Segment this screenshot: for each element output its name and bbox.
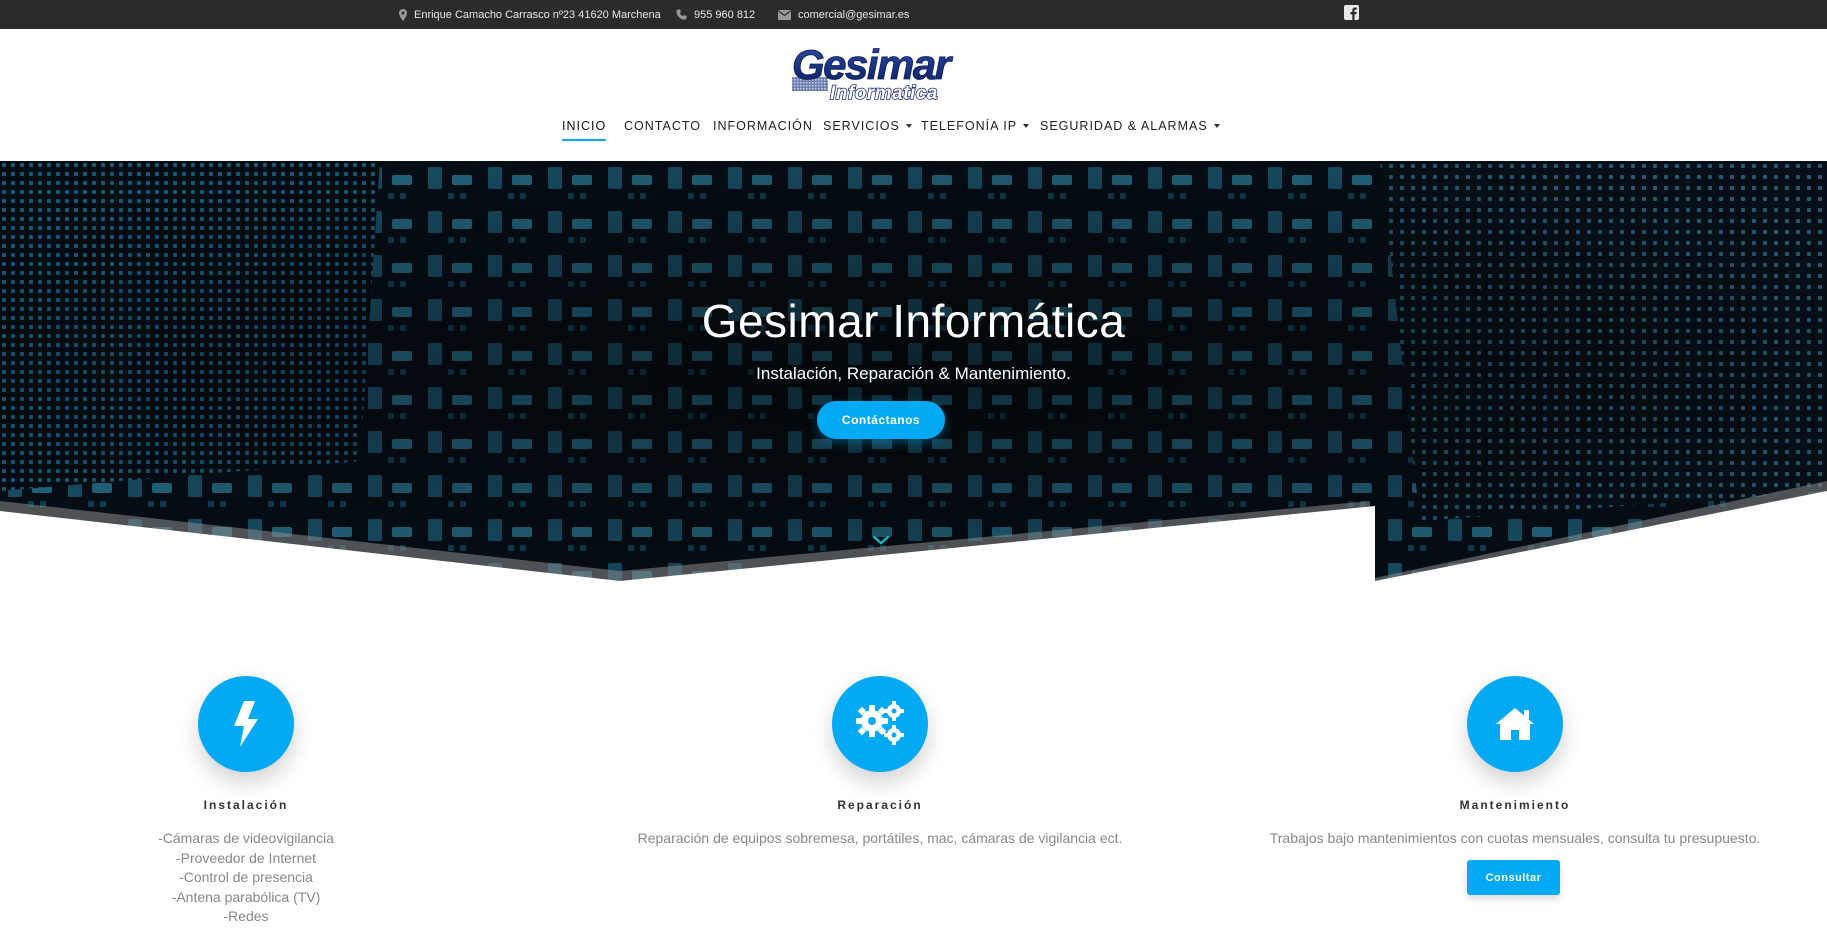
nav-seguridad-alarmas[interactable]: SEGURIDAD & ALARMAS — [1040, 119, 1220, 133]
site-logo[interactable]: Gesimar Informatica — [788, 41, 968, 105]
feature-title: Mantenimiento — [1459, 798, 1571, 812]
site-header: Gesimar Informatica INICIO CONTACTO INFO… — [0, 29, 1827, 161]
caret-down-icon — [1213, 124, 1220, 128]
nav-informacion[interactable]: INFORMACIÓN — [713, 119, 813, 133]
address-item: Enrique Camacho Carrasco nº23 41620 Marc… — [399, 0, 661, 29]
consultar-button[interactable]: Consultar — [1467, 860, 1560, 895]
nav-inicio[interactable]: INICIO — [562, 119, 607, 141]
map-marker-icon — [399, 8, 407, 21]
feature-description: Reparación de equipos sobremesa, portáti… — [637, 830, 1123, 846]
home-icon — [1467, 676, 1563, 772]
caret-down-icon — [1023, 124, 1030, 128]
caret-down-icon — [905, 124, 912, 128]
contact-cta-button[interactable]: Contáctanos — [817, 401, 945, 439]
phone-text: 955 960 812 — [694, 8, 756, 21]
envelope-icon — [778, 9, 791, 20]
nav-label: CONTACTO — [624, 119, 701, 133]
list-item: -Redes — [223, 908, 269, 924]
feature-title: Instalación — [203, 798, 289, 812]
nav-contacto[interactable]: CONTACTO — [624, 119, 701, 133]
address-text: Enrique Camacho Carrasco nº23 41620 Marc… — [414, 8, 661, 21]
list-item: -Cámaras de videovigilancia — [158, 830, 334, 846]
logo-primary: Gesimar — [792, 43, 954, 88]
list-item: -Proveedor de Internet — [175, 849, 317, 866]
nav-servicios[interactable]: SERVICIOS — [823, 119, 912, 133]
nav-telefonia-ip[interactable]: TELEFONÍA IP — [921, 119, 1030, 133]
main-nav: INICIO CONTACTO INFORMACIÓN SERVICIOS TE… — [0, 113, 1827, 143]
nav-label: SEGURIDAD & ALARMAS — [1040, 119, 1208, 133]
phone-item[interactable]: 955 960 812 — [676, 0, 755, 29]
email-text: comercial@gesimar.es — [798, 8, 910, 21]
email-item[interactable]: comercial@gesimar.es — [778, 0, 909, 29]
hero-subtitle: Instalación, Reparación & Mantenimiento. — [756, 364, 1071, 383]
hero-title: Gesimar Informática — [701, 295, 1126, 347]
feature-list: -Cámaras de videovigilancia -Proveedor d… — [0, 829, 506, 927]
chevron-down-icon[interactable] — [871, 533, 891, 547]
bolt-icon — [198, 676, 294, 772]
nav-label: TELEFONÍA IP — [921, 119, 1018, 133]
list-item: -Control de presencia — [179, 869, 313, 885]
gears-icon — [832, 676, 928, 772]
nav-label: SERVICIOS — [823, 119, 900, 133]
feature-description: Trabajos bajo mantenimientos con cuotas … — [1269, 830, 1761, 846]
logo-secondary: Informatica — [830, 83, 938, 103]
top-bar: Enrique Camacho Carrasco nº23 41620 Marc… — [0, 0, 1827, 29]
list-item: -Antena parabólica (TV) — [171, 888, 321, 905]
nav-label: INFORMACIÓN — [713, 119, 813, 133]
facebook-icon[interactable] — [1344, 5, 1359, 20]
nav-label: INICIO — [562, 119, 607, 133]
feature-title: Reparación — [837, 798, 923, 812]
hero-section: Gesimar Informática Instalación, Reparac… — [0, 161, 1827, 581]
phone-icon — [676, 9, 687, 20]
